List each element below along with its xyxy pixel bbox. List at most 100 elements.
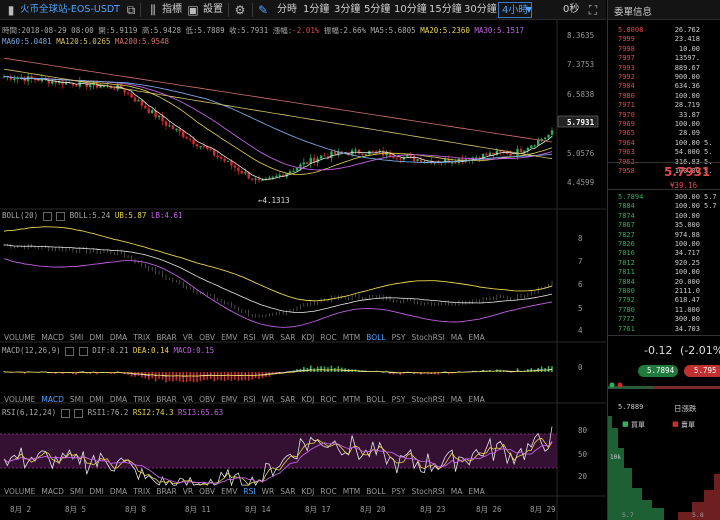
indicator-tab-smi[interactable]: SMI bbox=[70, 487, 83, 496]
candle-icon[interactable]: ⫼ bbox=[146, 3, 160, 17]
orderbook-row[interactable]: 7874 100.00 bbox=[608, 212, 720, 221]
orderbook-row[interactable]: 7780 11.000 bbox=[608, 306, 720, 315]
orderbook-row[interactable]: 7971 28.719 bbox=[608, 101, 720, 110]
indicator-tab-roc[interactable]: ROC bbox=[320, 487, 336, 496]
indicator-tab-boll[interactable]: BOLL bbox=[366, 487, 385, 496]
indicator-tab-psy[interactable]: PSY bbox=[392, 395, 406, 404]
orderbook-row[interactable]: 7993 889.67 bbox=[608, 64, 720, 73]
orderbook-row[interactable]: 7812 920.25 bbox=[608, 259, 720, 268]
indicator-tab-smi[interactable]: SMI bbox=[70, 395, 83, 404]
indicator-tab-ema[interactable]: EMA bbox=[468, 395, 484, 404]
orderbook-row[interactable]: 7963 54.000 5. bbox=[608, 148, 720, 157]
indicator-tab-stochrsi[interactable]: StochRSI bbox=[411, 487, 444, 496]
orderbook-row[interactable]: 7811 100.00 bbox=[608, 268, 720, 277]
indicator-tab-vr[interactable]: VR bbox=[183, 333, 193, 342]
indicator-tab-dma[interactable]: DMA bbox=[110, 333, 127, 342]
interval-5[interactable]: 15分鐘 bbox=[429, 2, 462, 18]
orderbook-row[interactable]: 7969 100.00 bbox=[608, 120, 720, 129]
indicator-tab-ma[interactable]: MA bbox=[451, 395, 463, 404]
indicator-tab-brar[interactable]: BRAR bbox=[156, 487, 176, 496]
indicator-tab-dmi[interactable]: DMI bbox=[89, 333, 103, 342]
indicator-tab-stochrsi[interactable]: StochRSI bbox=[411, 333, 444, 342]
indicator-tab-mtm[interactable]: MTM bbox=[343, 395, 361, 404]
interval-6[interactable]: 30分鐘 bbox=[464, 2, 497, 18]
close-small-icon[interactable] bbox=[78, 346, 88, 356]
fullscreen-icon[interactable]: ⛶ bbox=[586, 3, 600, 17]
chart-canvas[interactable] bbox=[0, 20, 606, 520]
orderbook-row[interactable]: 7816 34.717 bbox=[608, 249, 720, 258]
orderbook-row[interactable]: 7761 34.703 bbox=[608, 325, 720, 334]
expand-icon[interactable]: ⧉ bbox=[124, 3, 138, 17]
indicator-tab-macd[interactable]: MACD bbox=[41, 333, 63, 342]
indicator-tab-ema[interactable]: EMA bbox=[468, 333, 484, 342]
orderbook-row[interactable]: 7980 100.00 bbox=[608, 92, 720, 101]
draw-pen-icon[interactable]: ✎ bbox=[256, 3, 270, 17]
orderbook-row[interactable]: 7867 35.000 bbox=[608, 221, 720, 230]
indicator-tab-volume[interactable]: VOLUME bbox=[4, 333, 35, 342]
chart-icon[interactable]: ▮ bbox=[4, 3, 18, 17]
indicator-tab-kdj[interactable]: KDJ bbox=[301, 487, 314, 496]
indicator-tab-dmi[interactable]: DMI bbox=[89, 395, 103, 404]
settings-small-icon[interactable]: ▣ bbox=[186, 3, 200, 17]
indicator-tab-dmi[interactable]: DMI bbox=[89, 487, 103, 496]
indicator-tab-kdj[interactable]: KDJ bbox=[301, 395, 314, 404]
settings-button[interactable]: 設置 bbox=[203, 2, 223, 18]
indicator-tab-emv[interactable]: EMV bbox=[221, 333, 237, 342]
gear-small-icon[interactable] bbox=[42, 211, 52, 221]
indicator-tab-boll[interactable]: BOLL bbox=[366, 333, 385, 342]
indicator-tab-psy[interactable]: PSY bbox=[392, 333, 406, 342]
indicator-tab-roc[interactable]: ROC bbox=[320, 395, 336, 404]
interval-0[interactable]: 分時 bbox=[277, 2, 297, 18]
orderbook-row[interactable]: 7965 28.09 bbox=[608, 129, 720, 138]
indicator-tab-brar[interactable]: BRAR bbox=[156, 333, 176, 342]
indicator-tab-mtm[interactable]: MTM bbox=[343, 333, 361, 342]
depth-chart[interactable] bbox=[608, 378, 720, 520]
interval-2[interactable]: 3分鐘 bbox=[334, 2, 360, 18]
indicator-tab-roc[interactable]: ROC bbox=[320, 333, 336, 342]
indicator-tab-mtm[interactable]: MTM bbox=[343, 487, 361, 496]
indicator-tab-sar[interactable]: SAR bbox=[280, 487, 295, 496]
indicator-tab-wr[interactable]: WR bbox=[262, 487, 275, 496]
indicator-tab-ema[interactable]: EMA bbox=[468, 487, 484, 496]
indicator-tab-emv[interactable]: EMV bbox=[221, 487, 237, 496]
indicator-tab-vr[interactable]: VR bbox=[183, 395, 193, 404]
orderbook-row[interactable]: 7772 300.00 bbox=[608, 315, 720, 324]
indicator-tab-emv[interactable]: EMV bbox=[221, 395, 237, 404]
indicator-tab-brar[interactable]: BRAR bbox=[156, 395, 176, 404]
symbol-title[interactable]: 火币全球站-EOS-USDT bbox=[20, 2, 120, 18]
orderbook-row[interactable]: 7992 900.00 bbox=[608, 73, 720, 82]
gear-small-icon[interactable] bbox=[65, 346, 75, 356]
orderbook-row[interactable]: 7997 13597. bbox=[608, 54, 720, 63]
indicator-tab-rsi[interactable]: RSI bbox=[243, 395, 255, 404]
indicator-tab-trix[interactable]: TRIX bbox=[133, 333, 150, 342]
indicator-tab-smi[interactable]: SMI bbox=[70, 333, 83, 342]
indicator-tab-vr[interactable]: VR bbox=[183, 487, 193, 496]
orderbook-row[interactable]: 7999 23.418 bbox=[608, 35, 720, 44]
chevron-down-icon[interactable]: ▼ bbox=[522, 3, 536, 17]
orderbook-row[interactable]: 7804 20.000 bbox=[608, 278, 720, 287]
indicator-tab-rsi[interactable]: RSI bbox=[243, 333, 255, 342]
indicator-tab-wr[interactable]: WR bbox=[262, 333, 275, 342]
orderbook-row[interactable]: 7800 2111.0 bbox=[608, 287, 720, 296]
indicator-tab-stochrsi[interactable]: StochRSI bbox=[411, 395, 444, 404]
indicator-tab-trix[interactable]: TRIX bbox=[133, 487, 150, 496]
indicator-tab-ma[interactable]: MA bbox=[451, 487, 463, 496]
orderbook-row[interactable]: 5.7894 300.00 5.7 bbox=[608, 193, 720, 202]
orderbook-row[interactable]: 7792 618.47 bbox=[608, 296, 720, 305]
gear-icon[interactable]: ⚙ bbox=[233, 3, 247, 17]
indicator-tab-kdj[interactable]: KDJ bbox=[301, 333, 314, 342]
close-small-icon[interactable] bbox=[74, 408, 84, 418]
interval-3[interactable]: 5分鐘 bbox=[364, 2, 390, 18]
orderbook-row[interactable]: 7998 10.00 bbox=[608, 45, 720, 54]
indicator-tab-obv[interactable]: OBV bbox=[199, 395, 215, 404]
close-small-icon[interactable] bbox=[56, 211, 66, 221]
interval-4[interactable]: 10分鐘 bbox=[394, 2, 427, 18]
indicator-button[interactable]: 指標 bbox=[162, 2, 182, 18]
indicator-tab-boll[interactable]: BOLL bbox=[366, 395, 385, 404]
indicator-tab-sar[interactable]: SAR bbox=[280, 395, 295, 404]
indicator-tab-dma[interactable]: DMA bbox=[110, 395, 127, 404]
indicator-tab-wr[interactable]: WR bbox=[262, 395, 275, 404]
indicator-tab-macd[interactable]: MACD bbox=[41, 395, 63, 404]
interval-1[interactable]: 1分鐘 bbox=[303, 2, 329, 18]
indicator-tab-obv[interactable]: OBV bbox=[199, 487, 215, 496]
